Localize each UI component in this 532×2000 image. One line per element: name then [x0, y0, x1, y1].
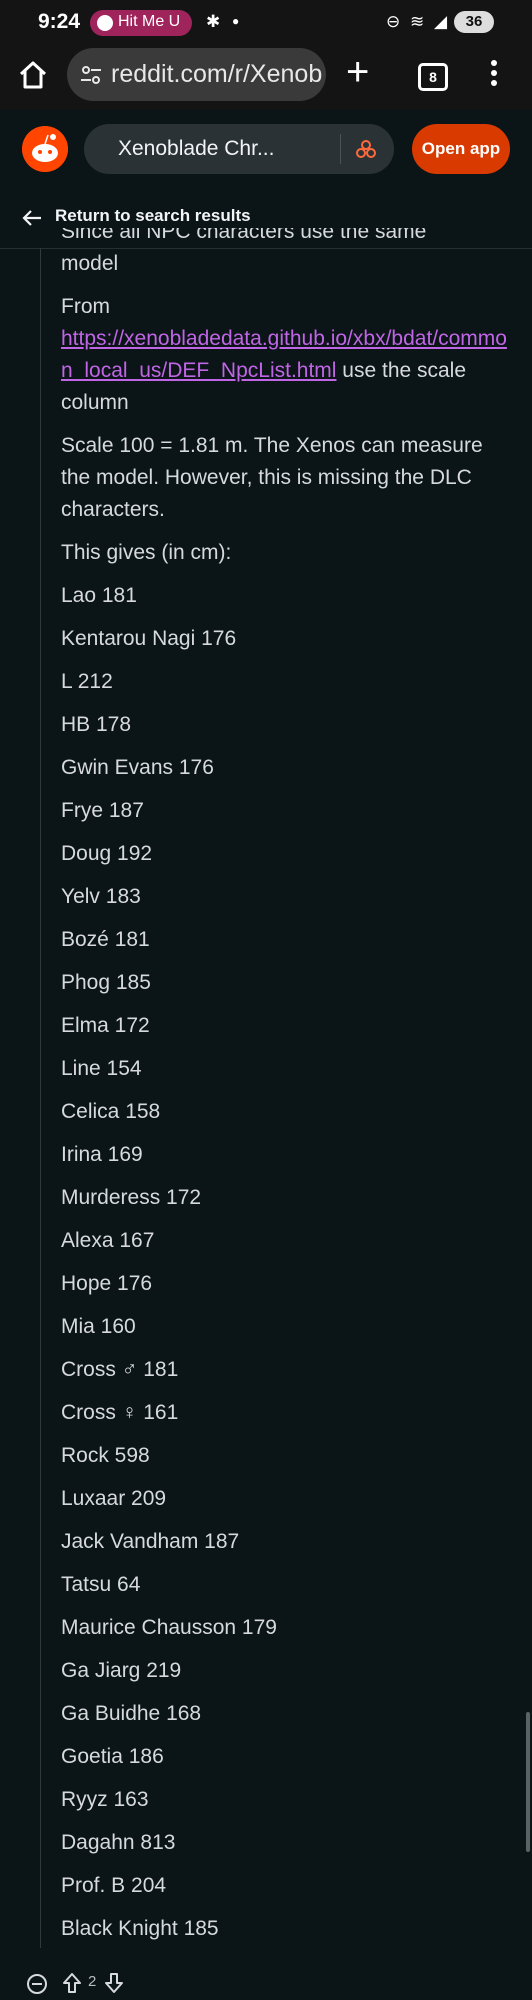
comment-paragraph: Scale 100 = 1.81 m. The Xenos can measur… — [61, 434, 483, 521]
list-item: Goetia 186 — [61, 1745, 164, 1768]
list-item: Irina 169 — [61, 1143, 143, 1166]
open-app-button[interactable]: Open app — [412, 124, 510, 174]
list-item: L 212 — [61, 670, 113, 693]
reddit-logo-icon[interactable] — [22, 126, 68, 172]
list-item: Elma 172 — [61, 1014, 150, 1037]
url-text: reddit.com/r/Xenob — [111, 60, 323, 88]
list-item: Line 154 — [61, 1057, 142, 1080]
community-icon[interactable] — [354, 137, 378, 161]
upvote-icon[interactable] — [62, 1972, 82, 1994]
comment-body: Since all NPC characters use the same mo… — [61, 228, 511, 1956]
list-item: Murderess 172 — [61, 1186, 202, 1209]
list-item: Ga Jiarg 219 — [61, 1659, 182, 1682]
spotify-icon — [97, 15, 113, 31]
comment-paragraph: This gives (in cm): — [61, 541, 232, 564]
comment-paragraph: model — [61, 252, 119, 275]
more-menu-icon[interactable] — [491, 60, 499, 90]
scrollbar[interactable] — [526, 1712, 530, 1852]
list-item: Bozé 181 — [61, 928, 150, 951]
comment-paragraph: From https://xenobladedata.github.io/xbx/… — [61, 291, 511, 419]
list-item: Phog 185 — [61, 971, 151, 994]
butterfly-icon: ✱ — [206, 12, 221, 31]
status-time: 9:24 — [38, 10, 81, 33]
height-list: Lao 181 Kentarou Nagi 176 L 212 HB 178 Gwin … — [61, 580, 511, 1945]
subreddit-name: Xenoblade Chr... — [118, 137, 275, 160]
dnd-icon: ⊖ — [386, 12, 401, 31]
list-item: Celica 158 — [61, 1100, 161, 1123]
list-item: Mia 160 — [61, 1315, 136, 1338]
downvote-icon[interactable] — [104, 1972, 124, 1994]
list-item: Maurice Chausson 179 — [61, 1616, 277, 1639]
list-item: Gwin Evans 176 — [61, 756, 214, 779]
wifi-icon: ≋ — [410, 12, 425, 31]
notification-dot-icon: ● — [232, 14, 240, 28]
reddit-header: Xenoblade Chr... Open app — [0, 110, 532, 186]
tab-switcher-button[interactable]: 8 — [418, 63, 448, 91]
new-tab-button[interactable]: + — [346, 52, 369, 92]
home-icon[interactable] — [18, 60, 48, 90]
list-item: Alexa 167 — [61, 1229, 155, 1252]
list-item: HB 178 — [61, 713, 132, 736]
clipped-line: Since all NPC characters use the same — [61, 228, 427, 243]
from-label: From — [61, 295, 110, 318]
list-item: Frye 187 — [61, 799, 144, 822]
collapse-icon[interactable] — [26, 1973, 48, 1995]
list-item: Prof. B 204 — [61, 1874, 167, 1897]
list-item: Cross ♀ 161 — [61, 1401, 179, 1424]
subreddit-search-pill[interactable]: Xenoblade Chr... — [84, 124, 394, 174]
signal-icon: ◢ — [434, 12, 448, 31]
back-arrow-icon[interactable] — [20, 206, 44, 230]
list-item: Lao 181 — [61, 584, 137, 607]
list-item: Hope 176 — [61, 1272, 153, 1295]
list-item: Dagahn 813 — [61, 1831, 176, 1854]
site-settings-icon[interactable] — [79, 63, 103, 87]
battery-indicator: 36 — [454, 11, 494, 33]
list-item: Jack Vandham 187 — [61, 1530, 240, 1553]
list-item: Cross ♂ 181 — [61, 1358, 179, 1381]
list-item: Ga Buidhe 168 — [61, 1702, 202, 1725]
list-item: Ryyz 163 — [61, 1788, 149, 1811]
spotify-chip[interactable]: Hit Me U — [90, 10, 192, 36]
list-item: Doug 192 — [61, 842, 153, 865]
list-item: Kentarou Nagi 176 — [61, 627, 237, 650]
pill-divider — [340, 134, 341, 164]
comment-actions: 2 — [0, 1968, 532, 2000]
status-bar: 9:24 Hit Me U ✱ ● ⊖ ≋ ◢ 36 — [0, 0, 532, 46]
back-label[interactable]: Return to search results — [55, 206, 251, 226]
address-bar[interactable]: reddit.com/r/Xenob — [67, 48, 326, 101]
vote-score: 2 — [88, 1973, 97, 1990]
spotify-track-label: Hit Me U — [118, 13, 181, 30]
thread-line[interactable] — [40, 248, 41, 1948]
list-item: Black Knight 185 — [61, 1917, 219, 1940]
list-item: Yelv 183 — [61, 885, 141, 908]
list-item: Tatsu 64 — [61, 1573, 141, 1596]
list-item: Luxaar 209 — [61, 1487, 167, 1510]
list-item: Rock 598 — [61, 1444, 150, 1467]
